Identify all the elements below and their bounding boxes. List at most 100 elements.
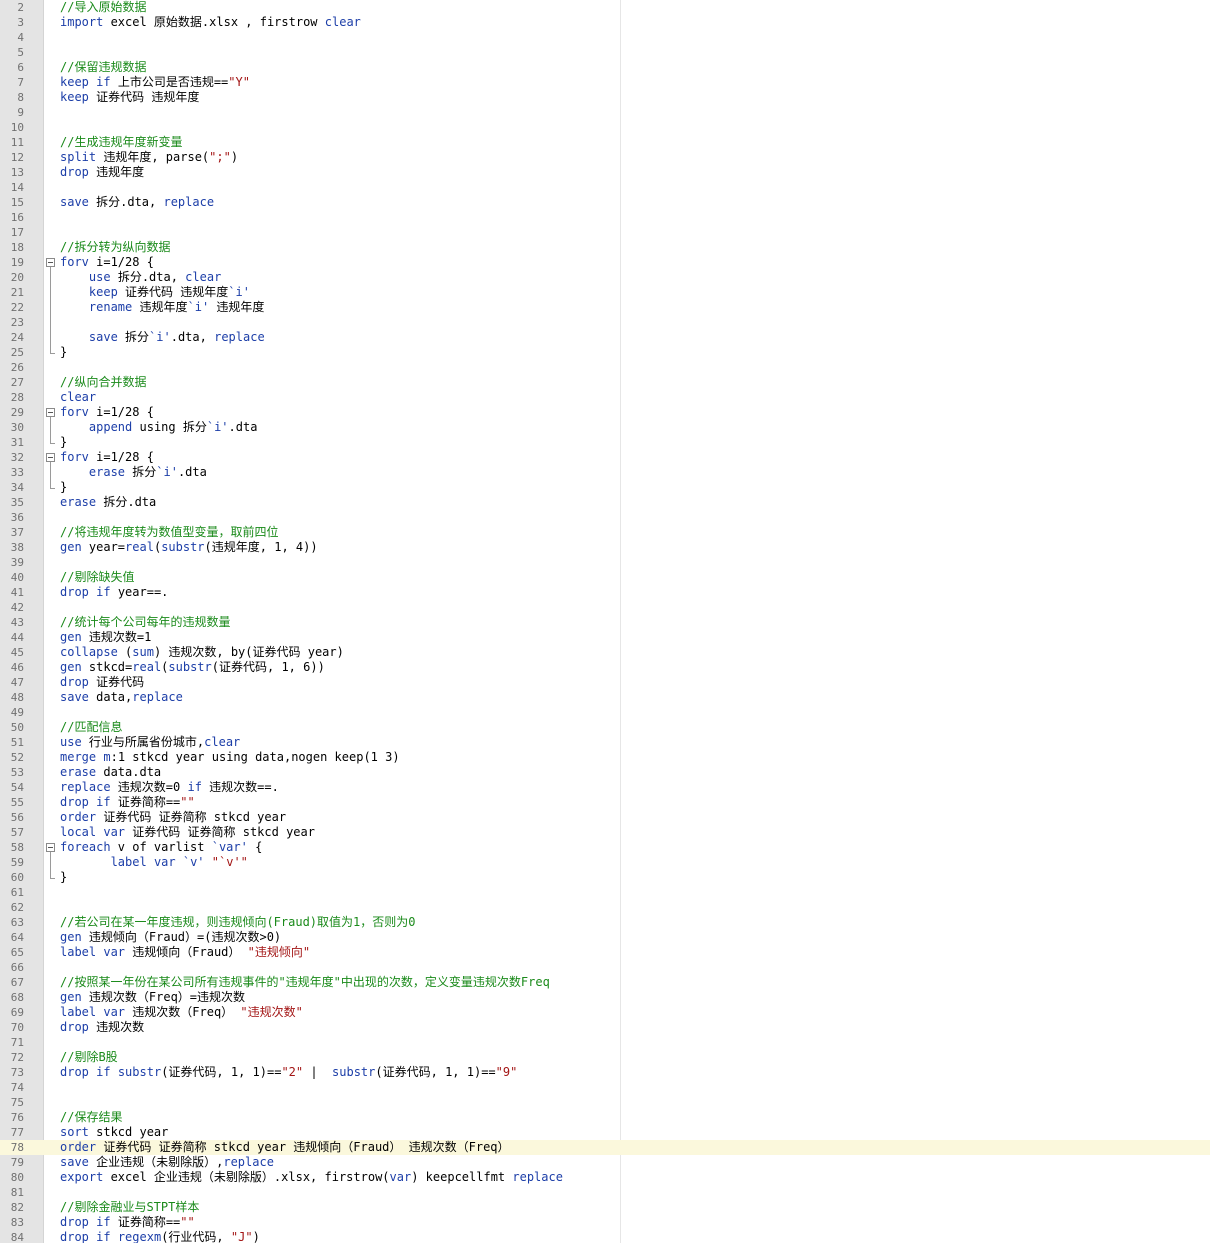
code-text: drop if regexm(行业代码, "J") (60, 1230, 260, 1243)
code-line[interactable]: 18 //拆分转为纵向数据 (0, 240, 1210, 255)
code-line[interactable]: 25} (0, 345, 1210, 360)
string-token: ";" (209, 150, 231, 164)
code-line[interactable]: 43 //统计每个公司每年的违规数量 (0, 615, 1210, 630)
code-line[interactable]: 11 //生成违规年度新变量 (0, 135, 1210, 150)
code-line[interactable]: 51 use 行业与所属省份城市,clear (0, 735, 1210, 750)
code-line[interactable]: 74 (0, 1080, 1210, 1095)
code-line[interactable]: 47 drop 证券代码 (0, 675, 1210, 690)
code-line[interactable]: 64 gen 违规倾向（Fraud）=(违规次数>0) (0, 930, 1210, 945)
code-line[interactable]: 6 //保留违规数据 (0, 60, 1210, 75)
code-line[interactable]: 53 erase data.dta (0, 765, 1210, 780)
code-line[interactable]: 69 label var 违规次数（Freq） "违规次数" (0, 1005, 1210, 1020)
line-number: 52 (10, 751, 24, 764)
code-line[interactable]: 65 label var 违规倾向（Fraud） "违规倾向" (0, 945, 1210, 960)
code-line[interactable]: 35 erase 拆分.dta (0, 495, 1210, 510)
code-line[interactable]: 55 drop if 证券简称=="" (0, 795, 1210, 810)
code-line[interactable]: 3 import excel 原始数据.xlsx , firstrow clear (0, 15, 1210, 30)
code-text: save 拆分`i'.dta, replace (60, 330, 265, 345)
code-line[interactable]: 30 append using 拆分`i'.dta (0, 420, 1210, 435)
code-line[interactable]: 52 merge m:1 stkcd year using data,nogen … (0, 750, 1210, 765)
line-number: 13 (10, 166, 24, 179)
code-line[interactable]: 27 //纵向合并数据 (0, 375, 1210, 390)
code-line[interactable]: 15 save 拆分.dta, replace (0, 195, 1210, 210)
code-line[interactable]: 41 drop if year==. (0, 585, 1210, 600)
code-line[interactable]: 80 export excel 企业违规（未剔除版）.xlsx, firstrow… (0, 1170, 1210, 1185)
code-line[interactable]: 36 (0, 510, 1210, 525)
text-token: (违规年度, 1, 4)) (204, 540, 318, 554)
code-line[interactable]: 19 forv i=1/28 { (0, 255, 1210, 270)
fold-toggle-icon[interactable] (46, 843, 55, 852)
code-line[interactable]: 32 forv i=1/28 { (0, 450, 1210, 465)
code-line[interactable]: 37 //将违规年度转为数值型变量，取前四位 (0, 525, 1210, 540)
code-line[interactable]: 14 (0, 180, 1210, 195)
code-line[interactable]: 33 erase 拆分`i'.dta (0, 465, 1210, 480)
code-line[interactable]: 45 collapse (sum) 违规次数, by(证券代码 year) (0, 645, 1210, 660)
code-line[interactable]: 57 local var 证券代码 证券简称 stkcd year (0, 825, 1210, 840)
code-line[interactable]: 26 (0, 360, 1210, 375)
fold-toggle-icon[interactable] (46, 453, 55, 462)
code-text: //保存结果 (60, 1110, 122, 1125)
code-line[interactable]: 77 sort stkcd year (0, 1125, 1210, 1140)
code-line[interactable]: 8 keep 证券代码 违规年度 (0, 90, 1210, 105)
code-line[interactable]: 34} (0, 480, 1210, 495)
fold-toggle-icon[interactable] (46, 258, 55, 267)
code-line[interactable]: 21 keep 证券代码 违规年度`i' (0, 285, 1210, 300)
code-line[interactable]: 7 keep if 上市公司是否违规=="Y" (0, 75, 1210, 90)
code-line[interactable]: 61 (0, 885, 1210, 900)
code-line[interactable]: 9 (0, 105, 1210, 120)
code-line[interactable]: 46 gen stkcd=real(substr(证券代码, 1, 6)) (0, 660, 1210, 675)
code-line[interactable]: 72 //剔除B股 (0, 1050, 1210, 1065)
code-line[interactable]: 54 replace 违规次数=0 if 违规次数==. (0, 780, 1210, 795)
line-number: 3 (17, 16, 24, 29)
code-line[interactable]: 60} (0, 870, 1210, 885)
code-line[interactable]: 24 save 拆分`i'.dta, replace (0, 330, 1210, 345)
code-line[interactable]: 4 (0, 30, 1210, 45)
code-line[interactable]: 79 save 企业违规（未剔除版）,replace (0, 1155, 1210, 1170)
code-line[interactable]: 12 split 违规年度, parse(";") (0, 150, 1210, 165)
code-line[interactable]: 67 //按照某一年份在某公司所有违规事件的"违规年度"中出现的次数，定义变量违规… (0, 975, 1210, 990)
code-line[interactable]: 49 (0, 705, 1210, 720)
code-line[interactable]: 42 (0, 600, 1210, 615)
code-line[interactable]: 63 //若公司在某一年度违规，则违规倾向(Fraud)取值为1，否则为0 (0, 915, 1210, 930)
code-line[interactable]: 78 order 证券代码 证券简称 stkcd year 违规倾向（Fraud）… (0, 1140, 1210, 1155)
code-line[interactable]: 58 foreach v of varlist `var' { (0, 840, 1210, 855)
code-line[interactable]: 2 //导入原始数据 (0, 0, 1210, 15)
code-line[interactable]: 71 (0, 1035, 1210, 1050)
code-line[interactable]: 59 label var `v' "`v'" (0, 855, 1210, 870)
code-line[interactable]: 31} (0, 435, 1210, 450)
code-line[interactable]: 22 rename 违规年度`i' 违规年度 (0, 300, 1210, 315)
line-number: 18 (10, 241, 24, 254)
code-line[interactable]: 23 (0, 315, 1210, 330)
code-line[interactable]: 38 gen year=real(substr(违规年度, 1, 4)) (0, 540, 1210, 555)
code-line[interactable]: 48 save data,replace (0, 690, 1210, 705)
code-line[interactable]: 84 drop if regexm(行业代码, "J") (0, 1230, 1210, 1243)
code-line[interactable]: 62 (0, 900, 1210, 915)
code-line[interactable]: 73 drop if substr(证券代码, 1, 1)=="2" | subs… (0, 1065, 1210, 1080)
code-line[interactable]: 75 (0, 1095, 1210, 1110)
code-line[interactable]: 40 //剔除缺失值 (0, 570, 1210, 585)
code-line[interactable]: 56 order 证券代码 证券简称 stkcd year (0, 810, 1210, 825)
code-line[interactable]: 83 drop if 证券简称=="" (0, 1215, 1210, 1230)
code-line[interactable]: 5 (0, 45, 1210, 60)
code-editor[interactable]: 2 //导入原始数据 3 import excel 原始数据.xlsx , first… (0, 0, 1210, 1243)
code-line[interactable]: 29 forv i=1/28 { (0, 405, 1210, 420)
code-line[interactable]: 81 (0, 1185, 1210, 1200)
code-line[interactable]: 50 //匹配信息 (0, 720, 1210, 735)
code-line[interactable]: 17 (0, 225, 1210, 240)
code-line[interactable]: 39 (0, 555, 1210, 570)
code-line[interactable]: 16 (0, 210, 1210, 225)
code-line[interactable]: 10 (0, 120, 1210, 135)
code-line[interactable]: 70 drop 违规次数 (0, 1020, 1210, 1035)
code-line[interactable]: 44 gen 违规次数=1 (0, 630, 1210, 645)
code-line[interactable]: 28 clear (0, 390, 1210, 405)
code-text: merge m:1 stkcd year using data,nogen ke… (60, 750, 400, 765)
line-number: 38 (10, 541, 24, 554)
code-line[interactable]: 68 gen 违规次数（Freq）=违规次数 (0, 990, 1210, 1005)
code-line[interactable]: 66 (0, 960, 1210, 975)
code-line[interactable]: 76 //保存结果 (0, 1110, 1210, 1125)
fold-toggle-icon[interactable] (46, 408, 55, 417)
code-line[interactable]: 20 use 拆分.dta, clear (0, 270, 1210, 285)
code-line[interactable]: 13 drop 违规年度 (0, 165, 1210, 180)
code-line[interactable]: 82 //剔除金融业与STPT样本 (0, 1200, 1210, 1215)
fold-guide-end (50, 353, 55, 354)
